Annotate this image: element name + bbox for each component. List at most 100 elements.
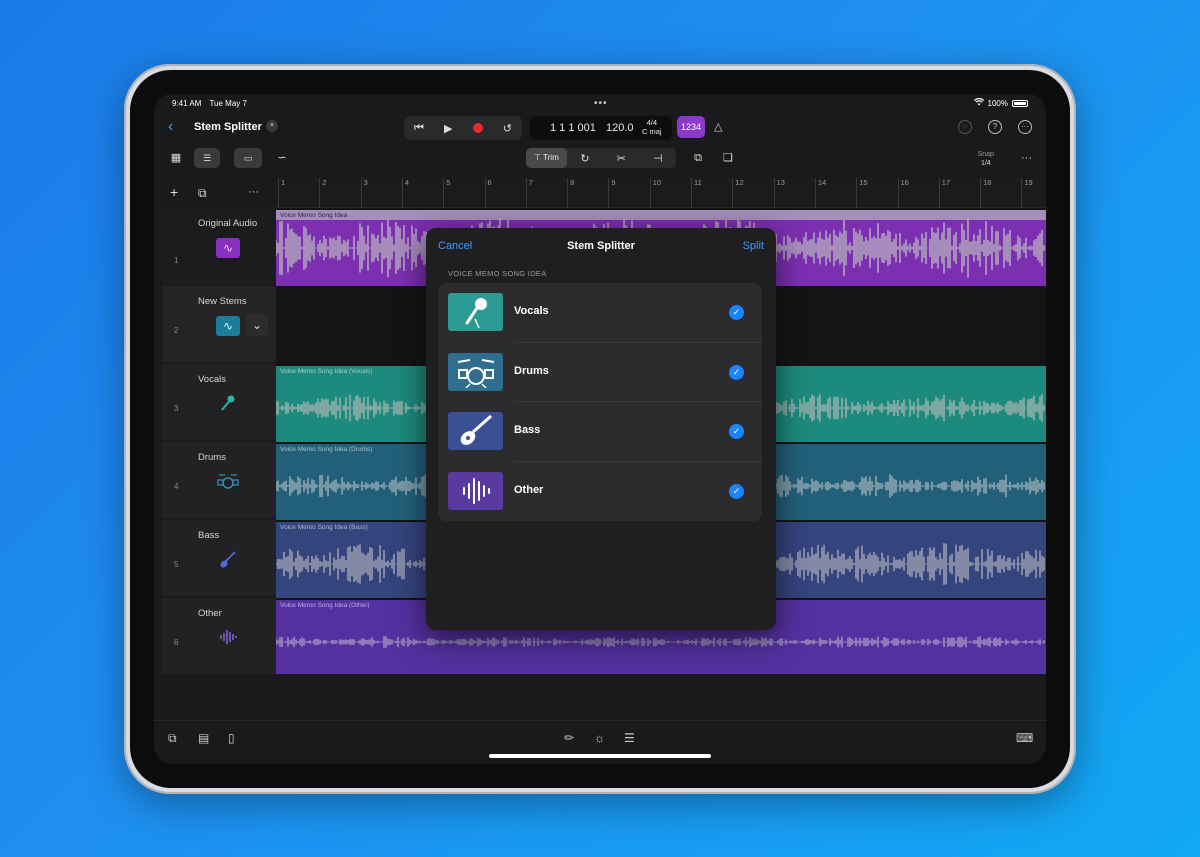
automation-icon[interactable]: ∽ (270, 148, 294, 168)
scissors-icon[interactable]: ✂ (603, 152, 639, 165)
ruler-tick: 2 (319, 178, 326, 208)
library-icon[interactable]: ⧉ (168, 731, 177, 746)
ruler-tick: 19 (1021, 178, 1033, 208)
ruler-tick: 3 (360, 178, 368, 208)
drum-kit-icon (216, 472, 240, 492)
loop-tool-icon[interactable]: ↻ (567, 152, 603, 165)
copy-icon[interactable]: ⧉ (688, 148, 708, 168)
main-toolbar: ‹ Stem Splitter ▾ ⏮ ▶ ↺ 1 1 1 001 120.0 … (154, 114, 1046, 142)
home-indicator[interactable] (489, 754, 711, 758)
status-date: Tue May 7 (209, 99, 247, 108)
stem-splitter-dialog: Stem Splitter Cancel Split VOICE MEMO SO… (426, 228, 776, 630)
user-icon[interactable]: ○ (958, 120, 972, 134)
track-header-bass[interactable]: 5 Bass (162, 520, 276, 596)
cycle-icon[interactable]: ↺ (503, 122, 512, 135)
bar-ruler[interactable]: 1 2 3 4 5 6 7 8 9 10 11 12 13 14 15 16 17 18 19 (276, 178, 1046, 208)
secondary-toolbar: ▦ ☰ ▭ ∽ ⊤ Trim ↻ ✂ ⊣ ⧉ ❏ Snap 1/4 ··· (154, 146, 1046, 170)
waveform-path (276, 636, 1045, 648)
cancel-button[interactable]: Cancel (438, 240, 472, 252)
track-header-new-stems[interactable]: 2 New Stems ∿ ⌄ (162, 286, 276, 362)
ruler-tick: 12 (732, 178, 744, 208)
battery-icon (1012, 99, 1028, 107)
inspector-icon[interactable]: ▤ (198, 731, 209, 745)
mixer-icon[interactable]: ☰ (624, 731, 635, 745)
status-time: 9:41 AM (172, 99, 202, 108)
metronome-icon[interactable]: △ (714, 120, 722, 133)
stem-option-drums[interactable]: Drums ✓ (438, 343, 762, 402)
ruler-tick: 14 (814, 178, 826, 208)
more-icon[interactable]: ··· (1021, 152, 1032, 164)
paste-icon[interactable]: ❏ (718, 148, 738, 168)
bass-guitar-icon (216, 550, 240, 570)
checkmark-icon[interactable]: ✓ (729, 483, 744, 499)
ruler-tick: 5 (443, 178, 450, 208)
stem-option-vocals[interactable]: Vocals ✓ (438, 283, 762, 343)
stem-option-bass[interactable]: Bass ✓ (438, 402, 762, 462)
ruler-tick: 4 (401, 178, 409, 208)
ruler-tick: 15 (856, 178, 868, 208)
split-button[interactable]: Split (743, 240, 764, 252)
playhead-position: 1 1 1 001 (550, 122, 596, 134)
track-header-vocals[interactable]: 3 Vocals (162, 364, 276, 440)
status-bar: 9:41 AM Tue May 7 ••• 100% (154, 94, 1046, 112)
title-menu-chevron-icon[interactable]: ▾ (266, 120, 278, 132)
time-signature-key: 4/4 C maj (642, 118, 662, 136)
waveform-icon (216, 628, 240, 648)
track-header-original[interactable]: 1 Original Audio ∿ (162, 208, 276, 284)
back-chevron-icon[interactable]: ‹ (168, 118, 173, 136)
ruler-tick: 1 (278, 178, 285, 208)
trim-tool[interactable]: ⊤ Trim (526, 148, 567, 168)
stem-options-list: Vocals ✓ Drums ✓ Bass ✓ Other ✓ (438, 283, 762, 521)
track-headers: + ⧉ ··· 1 Original Audio ∿ 2 New Stems ∿… (154, 178, 276, 674)
stem-option-other[interactable]: Other ✓ (438, 462, 762, 522)
track-header-drums[interactable]: 4 Drums (162, 442, 276, 518)
count-in-button[interactable]: 1234 (677, 116, 705, 138)
dialog-title: Stem Splitter (567, 240, 635, 252)
region-view-icon[interactable]: ▭ (234, 148, 262, 168)
bass-guitar-icon (448, 412, 503, 450)
checkmark-icon[interactable]: ✓ (729, 305, 744, 320)
edit-tools: ⊤ Trim ↻ ✂ ⊣ (526, 148, 676, 168)
ruler-tick: 6 (484, 178, 492, 208)
expand-chevron-icon[interactable]: ⌄ (246, 314, 268, 336)
audio-waveform-icon: ∿ (216, 238, 240, 258)
ruler-tick: 7 (525, 178, 533, 208)
browser-grid-icon[interactable]: ▦ (166, 148, 186, 168)
track-header-other[interactable]: 6 Other (162, 598, 276, 674)
tempo: 120.0 (606, 122, 634, 134)
waveform-icon (448, 471, 503, 510)
battery-percent: 100% (987, 98, 1008, 108)
microphone-icon (216, 394, 240, 414)
checkmark-icon[interactable]: ✓ (729, 424, 744, 439)
wifi-icon (973, 98, 984, 108)
project-title[interactable]: Stem Splitter (194, 121, 262, 133)
duplicate-track-icon[interactable]: ⧉ (198, 186, 207, 201)
multitasking-dots[interactable]: ••• (594, 98, 608, 109)
join-icon[interactable]: ⊣ (640, 152, 676, 165)
play-icon[interactable]: ▶ (444, 122, 452, 135)
ruler-tick: 13 (773, 178, 785, 208)
smart-controls-icon[interactable]: ☼ (594, 731, 605, 745)
ruler-tick: 16 (897, 178, 909, 208)
trim-icon: ⊤ (534, 153, 541, 162)
microphone-icon (448, 293, 503, 331)
more-options-icon[interactable]: ··· (1018, 120, 1032, 134)
drum-kit-icon (448, 352, 503, 391)
checkmark-icon[interactable]: ✓ (729, 364, 744, 380)
ruler-tick: 17 (938, 178, 950, 208)
help-icon[interactable]: ? (988, 120, 1002, 134)
go-to-beginning-icon[interactable]: ⏮ (414, 122, 424, 135)
snap-setting[interactable]: Snap 1/4 (978, 150, 994, 168)
record-icon[interactable] (472, 123, 483, 133)
track-options-icon[interactable]: ··· (248, 186, 259, 198)
lcd-display[interactable]: 1 1 1 001 120.0 4/4 C maj (530, 116, 672, 140)
ruler-tick: 10 (649, 178, 661, 208)
add-track-icon[interactable]: + (170, 184, 178, 200)
piano-keyboard-icon[interactable]: ⌨ (1016, 731, 1033, 745)
editor-icon[interactable]: ▯ (228, 731, 235, 745)
stems-folder-icon: ∿ (216, 316, 240, 336)
tracks-view-icon[interactable]: ☰ (194, 148, 220, 168)
ruler-tick: 18 (980, 178, 991, 208)
ruler-tick: 9 (608, 178, 616, 208)
pencil-icon[interactable]: ✏ (564, 731, 574, 745)
